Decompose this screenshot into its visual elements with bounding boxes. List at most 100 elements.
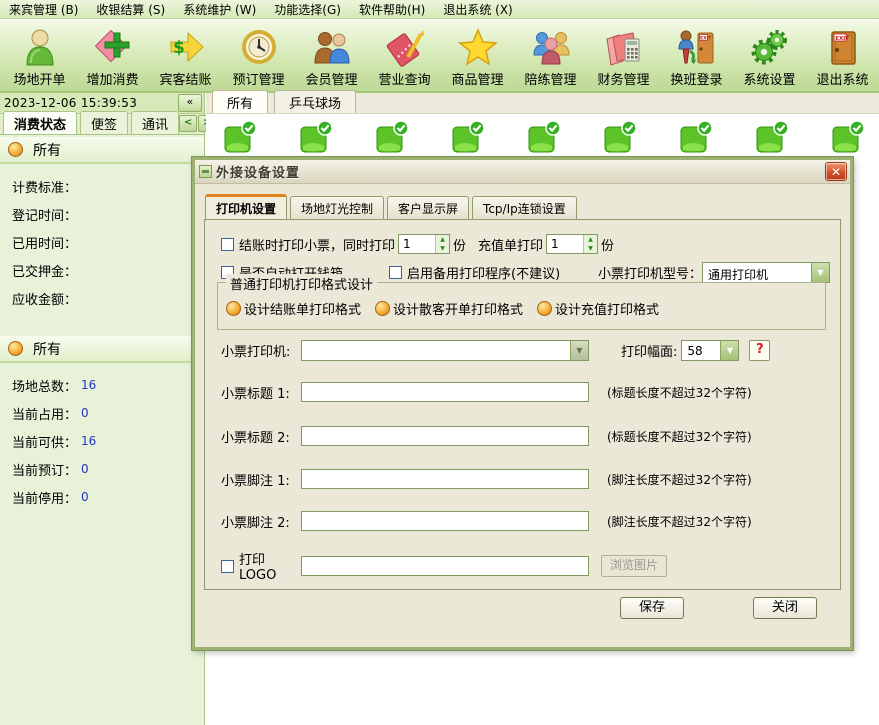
print-on-checkout-label: 结账时打印小票，同时打印 xyxy=(239,235,395,254)
menu-item-function-select[interactable]: 功能选择(G) xyxy=(265,0,350,18)
clock-icon xyxy=(238,27,280,69)
toolbar-button-reservation[interactable]: 预订管理 xyxy=(222,27,295,88)
venue-available-icon[interactable] xyxy=(224,120,257,158)
toolbar-button-business-query[interactable]: 营业查询 xyxy=(368,27,441,88)
print-logo-row: 打印LOGO 浏览图片 xyxy=(221,554,830,578)
sidebar-tab-notes[interactable]: 便签 xyxy=(80,111,128,134)
toolbar-button-finance-management[interactable]: 财务管理 xyxy=(587,27,660,88)
chevron-down-icon[interactable]: ▼ xyxy=(720,341,738,360)
ticket-title1-input[interactable] xyxy=(301,382,589,402)
add-consumption-icon xyxy=(92,27,134,69)
checkout-copies-spinner[interactable]: 1 ▲▼ xyxy=(398,234,450,254)
chevron-down-icon[interactable]: ▼ xyxy=(811,263,829,282)
stat-currently-occupied: 当前占用：0 xyxy=(12,399,204,427)
design-walkin-format-button[interactable]: 设计散客开单打印格式 xyxy=(375,299,523,318)
save-button[interactable]: 保存 xyxy=(620,597,684,619)
chevron-down-icon[interactable]: ▼ xyxy=(570,341,588,360)
ticket-title1-hint: (标题长度不超过32个字符) xyxy=(607,384,752,401)
venue-available-icon[interactable] xyxy=(452,120,485,158)
section-bullet-icon xyxy=(8,341,23,356)
tab-customer-display[interactable]: 客户显示屏 xyxy=(387,196,469,219)
stat-total-venues: 场地总数：16 xyxy=(12,371,204,399)
spin-up-icon[interactable]: ▲ xyxy=(436,235,449,244)
recharge-copies-spinner[interactable]: 1 ▲▼ xyxy=(546,234,598,254)
gears-icon xyxy=(749,27,791,69)
design-checkout-format-button[interactable]: 设计结账单打印格式 xyxy=(226,299,361,318)
tab-tcpip-chain-settings[interactable]: Tcp/Ip连锁设置 xyxy=(472,196,577,219)
spin-down-icon[interactable]: ▼ xyxy=(436,244,449,253)
venue-tab-all[interactable]: 所有 xyxy=(212,90,268,113)
dialog-system-icon xyxy=(199,165,212,178)
venue-available-icon[interactable] xyxy=(832,120,865,158)
close-button[interactable]: 关闭 xyxy=(753,597,817,619)
close-icon[interactable]: ✕ xyxy=(826,163,846,180)
menu-item-exit-system[interactable]: 退出系统 (X) xyxy=(434,0,521,18)
venue-available-icon[interactable] xyxy=(528,120,561,158)
ticket-footer1-input[interactable] xyxy=(301,469,589,489)
tab-printer-settings[interactable]: 打印机设置 xyxy=(205,194,287,219)
format-bullet-icon xyxy=(226,301,241,316)
sidebar-tab-consumption-status[interactable]: 消费状态 xyxy=(3,111,77,134)
toolbar-button-shift-login[interactable]: EXIT 换班登录 xyxy=(660,27,733,88)
backup-program-label: 启用备用打印程序(不建议) xyxy=(407,263,560,282)
menu-item-system-maintenance[interactable]: 系统维护 (W) xyxy=(174,0,265,18)
venue-available-icon[interactable] xyxy=(376,120,409,158)
venue-available-icon[interactable] xyxy=(604,120,637,158)
copies-unit-label: 份 xyxy=(453,235,466,254)
printer-select-row: 小票打印机: ▼ 打印幅面: 58 ▼ ? xyxy=(221,338,830,362)
svg-text:$: $ xyxy=(173,38,185,58)
toolbar-button-add-consumption[interactable]: 增加消费 xyxy=(76,27,149,88)
toolbar-label: 宾客结账 xyxy=(159,69,211,88)
ticket-footer2-row: 小票脚注 2: (脚注长度不超过32个字符) xyxy=(221,509,830,533)
help-button[interactable]: ? xyxy=(749,340,770,361)
toolbar-button-member-management[interactable]: 会员管理 xyxy=(295,27,368,88)
members-icon xyxy=(311,27,353,69)
toolbar-button-exit-system[interactable]: EXIT 退出系统 xyxy=(806,27,879,88)
spin-down-icon[interactable]: ▼ xyxy=(584,244,597,253)
printer-model-select[interactable]: 通用打印机 ▼ xyxy=(702,262,830,283)
toolbar-button-coach-management[interactable]: 陪练管理 xyxy=(514,27,587,88)
ticket-printer-select[interactable]: ▼ xyxy=(301,340,589,361)
field-billing-standard: 计费标准： xyxy=(12,172,204,200)
tab-venue-light-control[interactable]: 场地灯光控制 xyxy=(290,196,384,219)
format-bullet-icon xyxy=(537,301,552,316)
sidebar-tab-communication[interactable]: 通讯 xyxy=(131,111,179,134)
toolbar-button-open-venue[interactable]: 场地开单 xyxy=(3,27,76,88)
ticket-footer1-label: 小票脚注 1: xyxy=(221,470,301,489)
menu-item-cashier-settlement[interactable]: 收银结算 (S) xyxy=(87,0,174,18)
menu-item-guest-management[interactable]: 来宾管理 (B) xyxy=(0,0,87,18)
paper-width-label: 打印幅面: xyxy=(621,341,677,360)
venue-tab-pingpong[interactable]: 乒乓球场 xyxy=(274,90,356,113)
logo-path-input[interactable] xyxy=(301,556,589,576)
dialog-titlebar: 外接设备设置 ✕ xyxy=(195,160,850,184)
ticket-footer2-label: 小票脚注 2: xyxy=(221,512,301,531)
ticket-footer2-input[interactable] xyxy=(301,511,589,531)
spin-up-icon[interactable]: ▲ xyxy=(584,235,597,244)
print-logo-checkbox[interactable] xyxy=(221,560,234,573)
printer-model-value: 通用打印机 xyxy=(703,263,811,282)
paper-width-select[interactable]: 58 ▼ xyxy=(681,340,739,361)
ticket-title2-input[interactable] xyxy=(301,426,589,446)
print-on-checkout-checkbox[interactable] xyxy=(221,238,234,251)
stat-value: 0 xyxy=(81,406,89,420)
venue-available-icon[interactable] xyxy=(680,120,713,158)
browse-image-button[interactable]: 浏览图片 xyxy=(601,555,667,577)
venue-available-icon[interactable] xyxy=(300,120,333,158)
collapse-sidebar-button[interactable]: « xyxy=(178,94,202,112)
toolbar-label: 商品管理 xyxy=(451,69,503,88)
toolbar-button-guest-checkout[interactable]: $ 宾客结账 xyxy=(149,27,222,88)
menu-item-software-help[interactable]: 软件帮助(H) xyxy=(350,0,434,18)
format-bullet-icon xyxy=(375,301,390,316)
toolbar-button-system-settings[interactable]: 系统设置 xyxy=(733,27,806,88)
section-title: 所有 xyxy=(33,140,61,160)
venue-available-icon[interactable] xyxy=(756,120,789,158)
svg-text:EXIT: EXIT xyxy=(835,36,849,42)
backup-program-checkbox[interactable] xyxy=(389,266,402,279)
toolbar-button-goods-management[interactable]: 商品管理 xyxy=(441,27,514,88)
scroll-left-icon[interactable]: < xyxy=(179,115,197,132)
design-recharge-format-button[interactable]: 设计充值打印格式 xyxy=(537,299,659,318)
sidebar-section-header-stats: 所有 xyxy=(0,336,204,363)
toolbar-label: 增加消费 xyxy=(86,69,138,88)
ticket-printer-label: 小票打印机: xyxy=(221,341,301,360)
datetime-text: 2023-12-06 15:39:53 xyxy=(4,96,137,110)
